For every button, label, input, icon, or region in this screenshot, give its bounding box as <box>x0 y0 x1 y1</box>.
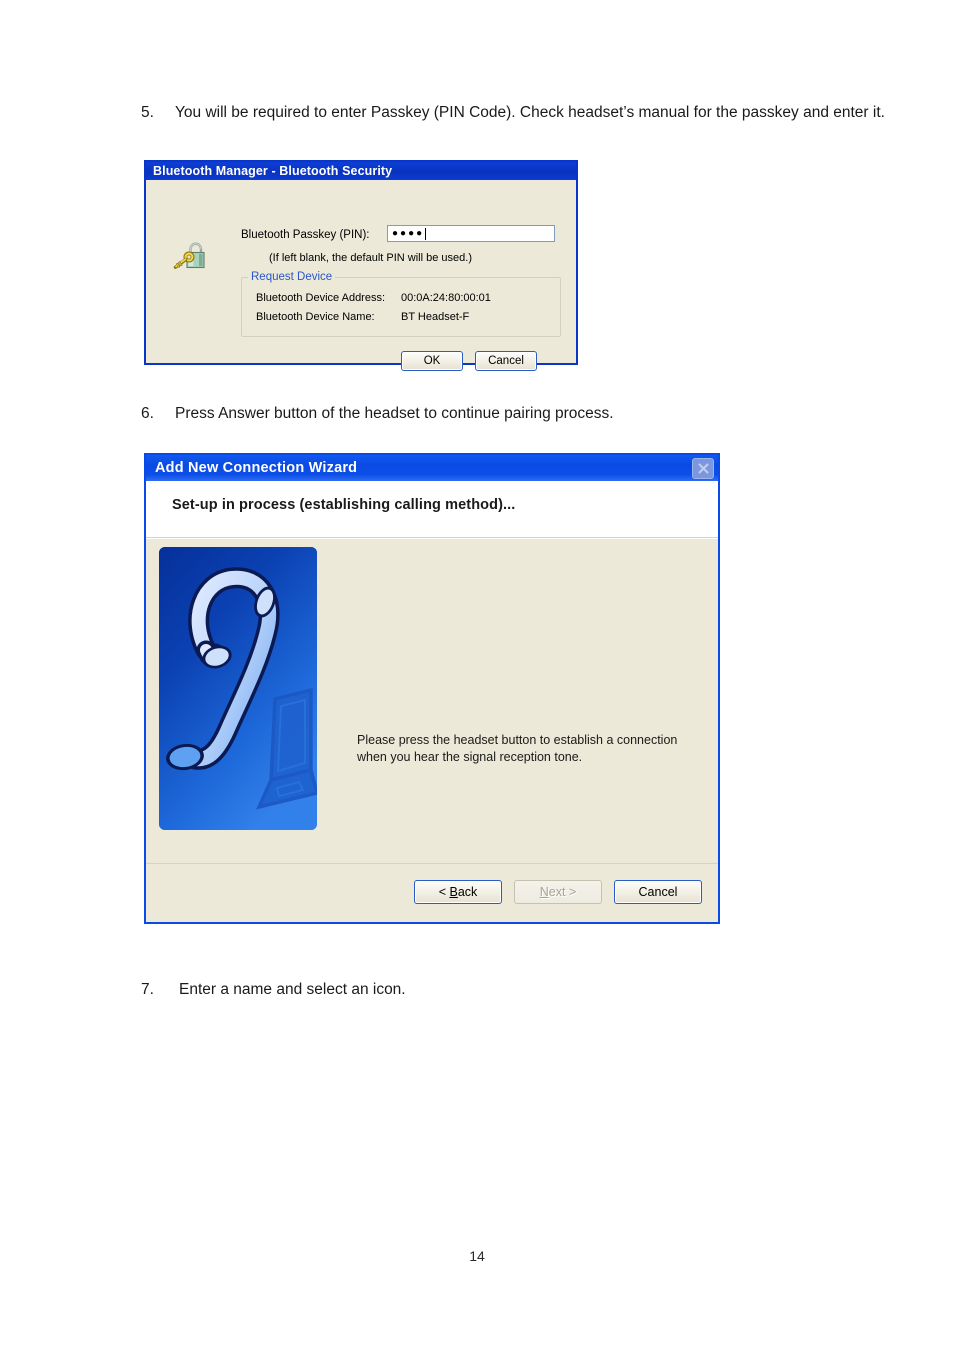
request-device-groupbox: Request Device Bluetooth Device Address:… <box>241 271 561 337</box>
cancel-button[interactable]: Cancel <box>475 351 537 371</box>
step-5-text: You will be required to enter Passkey (P… <box>175 104 885 121</box>
passkey-hint: (If left blank, the default PIN will be … <box>269 252 472 264</box>
close-icon[interactable] <box>692 458 714 479</box>
add-new-connection-wizard-dialog: Add New Connection Wizard Set-up in proc… <box>144 453 720 924</box>
passkey-value: ●●●● <box>392 227 425 239</box>
wizard-instruction: Please press the headset button to estab… <box>357 733 678 764</box>
key-padlock-icon <box>173 240 207 272</box>
text-caret <box>425 227 427 240</box>
device-address-label: Bluetooth Device Address: <box>256 292 386 304</box>
request-device-legend: Request Device <box>248 271 336 283</box>
step-7-text: Enter a name and select an icon. <box>179 981 406 998</box>
security-dialog-body: Bluetooth Passkey (PIN): ●●●● (If left b… <box>146 180 576 371</box>
passkey-label: Bluetooth Passkey (PIN): <box>241 229 370 241</box>
wizard-cancel-button[interactable]: Cancel <box>614 880 702 904</box>
bluetooth-security-dialog: Bluetooth Manager - Bluetooth Security B… <box>144 160 578 371</box>
device-name-label: Bluetooth Device Name: <box>256 311 375 323</box>
device-address-value: 00:0A:24:80:00:01 <box>401 292 491 304</box>
wizard-footer: < Back Next > Cancel <box>146 863 718 922</box>
document-page: 5. You will be required to enter Passkey… <box>0 0 954 1350</box>
device-name-value: BT Headset-F <box>401 311 470 323</box>
step-7-number: 7. <box>141 981 154 998</box>
passkey-input[interactable]: ●●●● <box>387 225 555 242</box>
step-6-text: Press Answer button of the headset to co… <box>175 405 614 422</box>
wizard-content: Please press the headset button to estab… <box>146 538 718 863</box>
wizard-title: Add New Connection Wizard <box>155 460 358 476</box>
bluetooth-headset-laptop-illustration <box>159 547 317 830</box>
back-button[interactable]: < Back <box>414 880 502 904</box>
page-number: 14 <box>469 1248 485 1264</box>
step-5: 5. You will be required to enter Passkey… <box>141 100 887 126</box>
ok-button[interactable]: OK <box>401 351 463 371</box>
wizard-header: Set-up in process (establishing calling … <box>146 481 718 538</box>
step-7: 7. Enter a name and select an icon. <box>141 977 891 1003</box>
step-6-number: 6. <box>141 405 154 422</box>
step-6: 6. Press Answer button of the headset to… <box>141 401 887 427</box>
step-5-number: 5. <box>141 104 154 121</box>
wizard-header-text: Set-up in process (establishing calling … <box>172 497 516 513</box>
next-button-label: Next > <box>539 885 577 899</box>
wizard-titlebar[interactable]: Add New Connection Wizard <box>146 455 718 481</box>
back-button-label: < Back <box>438 885 478 899</box>
next-button[interactable]: Next > <box>514 880 602 904</box>
security-dialog-title: Bluetooth Manager - Bluetooth Security <box>153 164 393 178</box>
security-dialog-titlebar[interactable]: Bluetooth Manager - Bluetooth Security <box>146 162 576 180</box>
